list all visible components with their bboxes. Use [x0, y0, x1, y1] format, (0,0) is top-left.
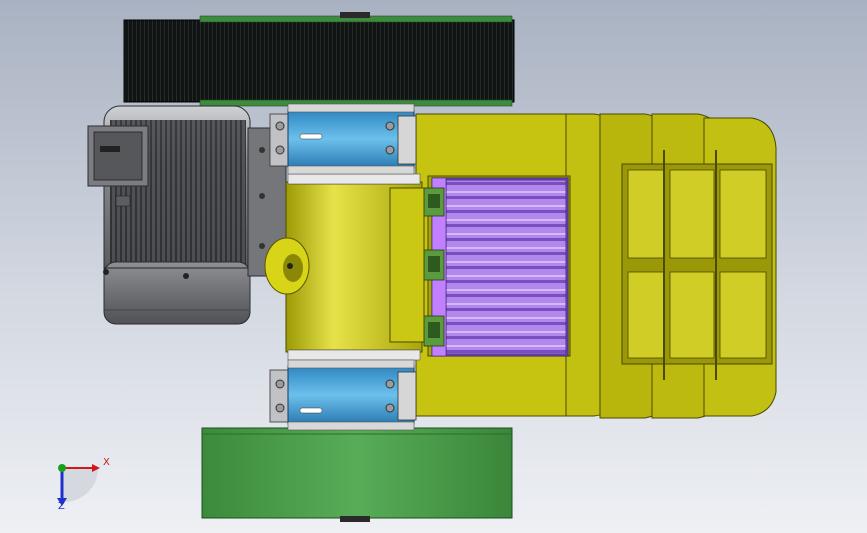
coordinate-triad [57, 464, 100, 506]
cad-viewport[interactable]: X Z [0, 0, 867, 533]
bottom-bearing-block [269, 359, 417, 431]
crusher-assembly-model[interactable] [0, 0, 867, 533]
top-bearing-block [269, 103, 417, 175]
y-axis-dot [58, 464, 66, 472]
z-axis-label: Z [58, 501, 65, 512]
housing-gussets [423, 187, 445, 347]
x-axis-label: X [103, 457, 110, 468]
bottom-belt-pulley [201, 427, 513, 522]
top-belt-pulley [123, 12, 515, 107]
crushing-roller [431, 177, 569, 357]
electric-motor [87, 105, 287, 325]
lifting-eye [264, 237, 310, 295]
right-frame-housing [559, 113, 777, 419]
